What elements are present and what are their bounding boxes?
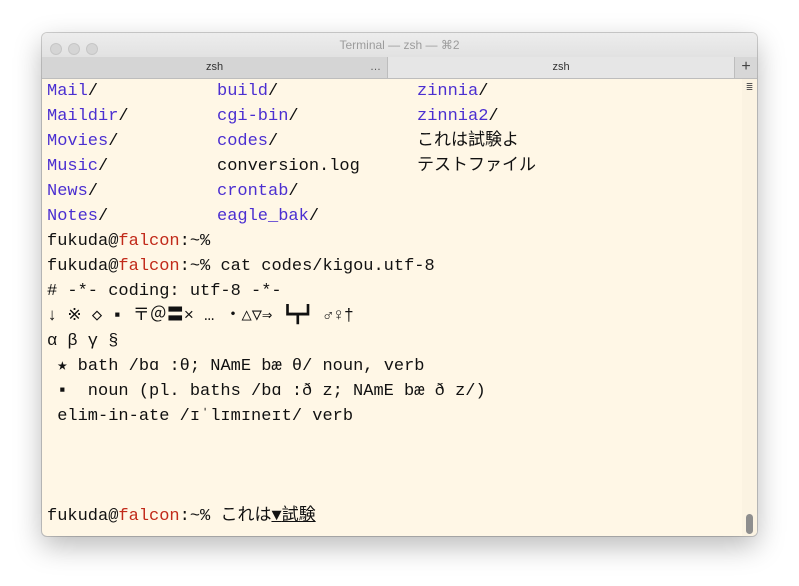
list-item: codes/ [217, 132, 279, 151]
terminal-content[interactable]: Mail/ build/ zinnia/ Maildir/ cgi-bin/ z… [42, 79, 742, 536]
zoom-button[interactable] [86, 43, 98, 55]
list-item: Maildir/ [47, 107, 129, 126]
scrollbar-menu-icon[interactable]: ≣ [745, 83, 754, 92]
list-item: テストファイル [417, 157, 536, 176]
list-item: crontab/ [217, 182, 299, 201]
tab-bar: zsh … zsh + [42, 57, 757, 79]
active-prompt-line[interactable]: fukuda@falcon:~% これは▼試験 [47, 504, 316, 529]
prompt-line: fukuda@falcon:~% cat codes/kigou.utf-8 [47, 257, 435, 276]
list-item: News/ [47, 182, 99, 201]
scrollbar[interactable] [742, 79, 757, 536]
list-item: Mail/ [47, 82, 99, 101]
title-bar: Terminal — zsh — ⌘2 [42, 33, 757, 57]
scrollbar-thumb[interactable] [746, 514, 753, 534]
output-line: α β γ § [47, 332, 119, 351]
minimize-button[interactable] [68, 43, 80, 55]
ime-cursor: ▼ [271, 507, 282, 526]
output-line: ↓ ※ ◇ ▪ 〒＠〓× … ・△▽⇒ ┗┳┛ ♂♀† [47, 307, 354, 326]
output-line: ▪ noun (pl. baths /bɑ :ð z; NAmE bæ ð z/… [47, 382, 486, 401]
tab-zsh-2[interactable]: zsh [388, 57, 734, 78]
list-item: cgi-bin/ [217, 107, 299, 126]
output-line: # -*- coding: utf-8 -*- [47, 282, 282, 301]
tab-zsh-1[interactable]: zsh … [42, 57, 388, 78]
typed-input: これは [210, 507, 272, 526]
output-line: elim-in-ate /ɪˈlɪmɪneɪt/ verb [47, 407, 354, 426]
list-item: zinnia2/ [417, 107, 499, 126]
close-button[interactable] [50, 43, 62, 55]
ime-preedit: 試験 [281, 507, 316, 526]
prompt-line: fukuda@falcon:~% [47, 232, 211, 251]
new-tab-button[interactable]: + [734, 57, 757, 78]
window-title: Terminal — zsh — ⌘2 [339, 38, 460, 52]
list-item: conversion.log [217, 157, 360, 176]
tab-label: zsh [552, 61, 570, 73]
list-item: build/ [217, 82, 279, 101]
tab-overflow-indicator: … [370, 61, 381, 73]
list-item: eagle_bak/ [217, 207, 320, 226]
tab-label: zsh [205, 61, 224, 73]
list-item: Music/ [47, 157, 109, 176]
list-item: zinnia/ [417, 82, 489, 101]
terminal-window: Terminal — zsh — ⌘2 zsh … zsh + Mail/ bu… [42, 33, 757, 536]
output-line: ★ bath /bɑ :θ; NAmE bæ θ/ noun, verb [47, 357, 425, 376]
list-item: これは試験よ [417, 132, 519, 151]
list-item: Movies/ [47, 132, 119, 151]
list-item: Notes/ [47, 207, 109, 226]
